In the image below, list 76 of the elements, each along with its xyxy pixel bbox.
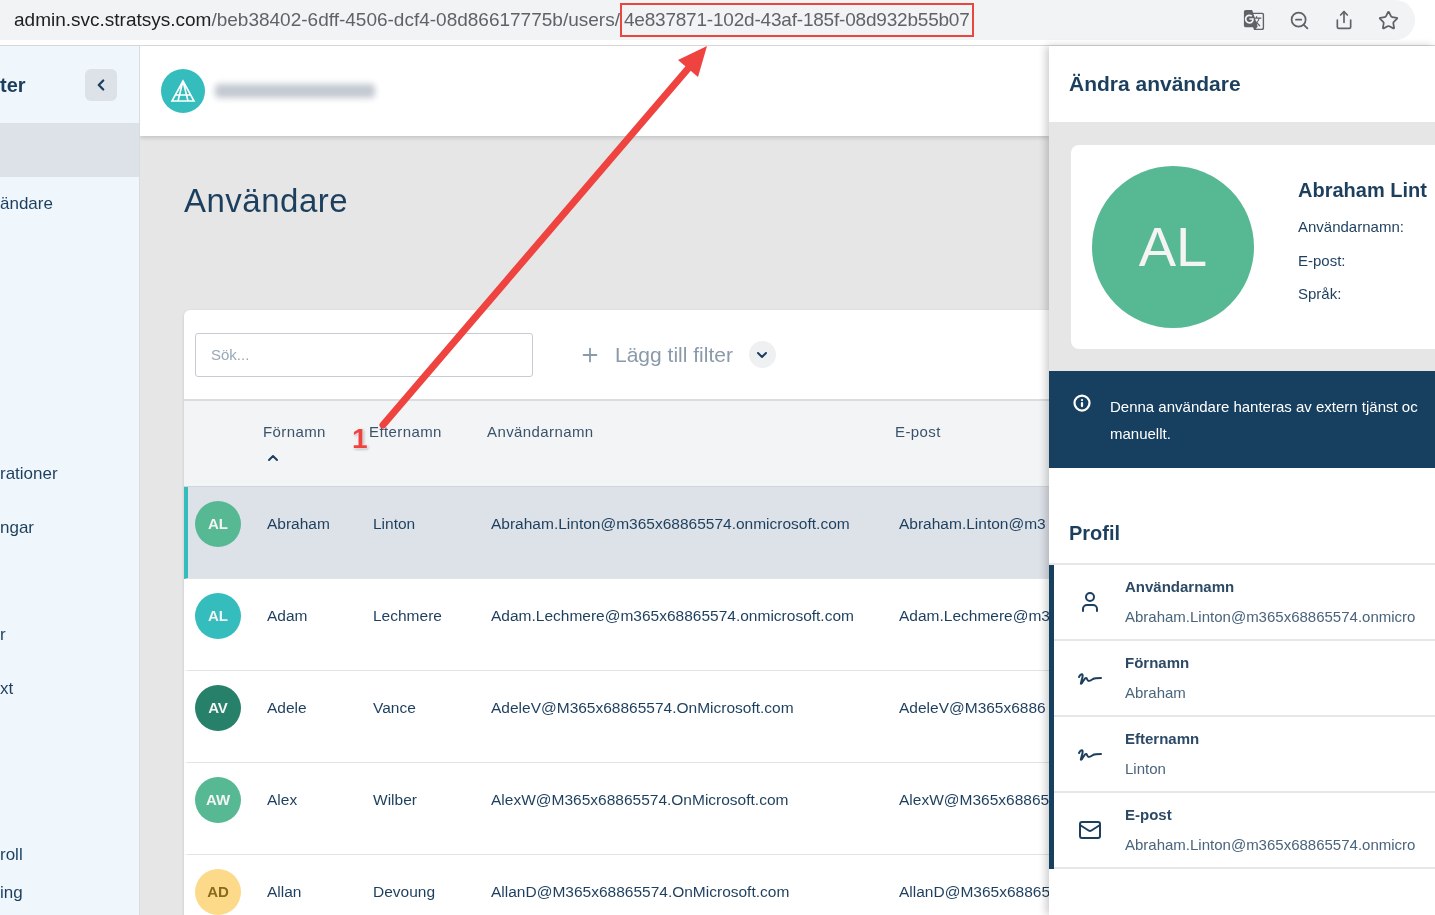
- table-row[interactable]: AV Adele Vance AdeleV@M365x68865574.OnMicrosoft.com AdeleV@M365x6886: [184, 671, 1049, 763]
- table-cell-text: Abraham: [267, 514, 330, 535]
- field-value: Abraham.Linton@m365x68865574.onmicro: [1125, 834, 1416, 855]
- share-icon[interactable]: [1334, 10, 1354, 30]
- sidebar-item[interactable]: r: [0, 622, 6, 648]
- table-cell-text: Abraham.Linton@m3: [899, 514, 1046, 535]
- zoom-out-icon[interactable]: [1289, 9, 1310, 31]
- mail-icon: [1077, 818, 1102, 842]
- user-avatar: AW: [195, 777, 241, 823]
- user-avatar: AL: [195, 501, 241, 547]
- star-icon[interactable]: [1378, 9, 1399, 31]
- column-header[interactable]: Efternamn: [369, 421, 442, 444]
- sidebar-item[interactable]: ändare: [0, 191, 53, 217]
- table-cell-text: Devoung: [373, 882, 436, 903]
- table-cell-text: AllanD@M365x68865574.OnMicrosoft.com: [491, 882, 790, 903]
- filter-dropdown-button[interactable]: [748, 341, 776, 368]
- sidebar-item[interactable]: xt: [0, 676, 14, 702]
- profile-avatar: AL: [1092, 166, 1254, 328]
- profile-label: Användarnamn:: [1298, 217, 1405, 237]
- table-cell-text: AdeleV@M365x68865574.OnMicrosoft.com: [491, 698, 794, 719]
- sidebar-item[interactable]: ing: [0, 880, 23, 906]
- table-cell-text: Adele: [267, 698, 307, 719]
- user-avatar: AL: [195, 593, 241, 639]
- table-cell-text: Alex: [267, 790, 298, 811]
- table-cell-text: AlexW@M365x68865574.OnMicrosoft.com: [491, 790, 789, 811]
- info-icon: [1073, 394, 1091, 412]
- section-title: Profil: [1069, 521, 1121, 546]
- table-row[interactable]: AW Alex Wilber AlexW@M365x68865574.OnMicrosoft.com AlexW@M365x68865: [184, 763, 1049, 855]
- table-row[interactable]: AD Allan Devoung AllanD@M365x68865574.OnMicrosoft.com AllanD@M365x68865: [184, 855, 1049, 915]
- column-header[interactable]: Användarnamn: [487, 421, 594, 444]
- table-row[interactable]: AL Abraham Linton Abraham.Linton@m365x68865574.onmicrosoft.com Abraham.Linton@m3: [184, 487, 1049, 579]
- field-label: E-post: [1125, 805, 1173, 825]
- collapse-button[interactable]: [85, 68, 117, 101]
- column-header[interactable]: E-post: [895, 421, 941, 444]
- info-text: manuellt.: [1110, 424, 1172, 444]
- field-label: Efternamn: [1125, 729, 1200, 749]
- table-cell-text: AllanD@M365x68865: [899, 882, 1049, 903]
- table-row[interactable]: AL Adam Lechmere Adam.Lechmere@m365x68865574.onmicrosoft.com Adam.Lechmere@m3: [184, 579, 1049, 671]
- table-cell-text: Adam.Lechmere@m365x68865574.onmicrosoft.com: [491, 606, 854, 627]
- table-cell-text: Vance: [373, 698, 416, 719]
- table-cell-text: AlexW@M365x68865: [899, 790, 1049, 811]
- field-label: Användarnamn: [1125, 577, 1236, 597]
- table-cell-text: Adam.Lechmere@m3: [899, 606, 1049, 627]
- table-cell-text: Lechmere: [373, 606, 442, 627]
- profile-label: E-post:: [1298, 250, 1347, 271]
- column-header[interactable]: Förnamn: [263, 421, 326, 444]
- signature-icon: [1076, 746, 1103, 762]
- profile-label: Språk:: [1298, 284, 1343, 304]
- table-cell-text: Wilber: [373, 790, 417, 811]
- sidebar-item[interactable]: roll: [0, 842, 23, 868]
- table-cell-text: Adam: [267, 606, 308, 627]
- table-cell-text: Abraham.Linton@m365x68865574.onmicrosoft.com: [491, 514, 850, 535]
- sidebar-item[interactable]: rationer: [0, 461, 58, 487]
- field-value: Abraham.Linton@m365x68865574.onmicro: [1125, 606, 1416, 627]
- user-avatar: AV: [195, 685, 241, 731]
- page-title: Användare: [184, 181, 350, 221]
- table-cell-text: Linton: [373, 514, 416, 535]
- table-cell-text: Allan: [267, 882, 302, 903]
- translate-icon[interactable]: [1243, 9, 1265, 31]
- search-field[interactable]: Sök...: [195, 332, 533, 377]
- field-value: Linton: [1125, 758, 1167, 779]
- info-text: Denna användare hanteras av extern tjänst oc: [1110, 397, 1418, 417]
- user-avatar: AD: [195, 869, 241, 915]
- annotation-label: 1: [352, 422, 368, 456]
- sidebar-title: ter: [0, 72, 26, 98]
- url-domain: admin.svc.stratsys.com: [14, 7, 212, 32]
- profile-name: Abraham Lint: [1298, 178, 1427, 203]
- url-path: /beb38402-6dff-4506-dcf4-08d86617775b/users/: [211, 7, 620, 32]
- table-cell-text: AdeleV@M365x6886: [899, 698, 1046, 719]
- address-bar[interactable]: admin.svc.stratsys.com/beb38402-6dff-4506-dcf4-08d86617775b/users/ 4e837871-102d-43af-185f-08d932b55b07: [0, 0, 1415, 40]
- signature-icon: [1076, 670, 1103, 686]
- sidebar-item[interactable]: ngar: [0, 515, 35, 541]
- field-label: Förnamn: [1125, 653, 1190, 673]
- panel-title: Ändra användare: [1069, 71, 1241, 98]
- highlighted-url-id: 4e837871-102d-43af-185f-08d932b55b07: [619, 2, 974, 38]
- field-value: Abraham: [1125, 682, 1187, 703]
